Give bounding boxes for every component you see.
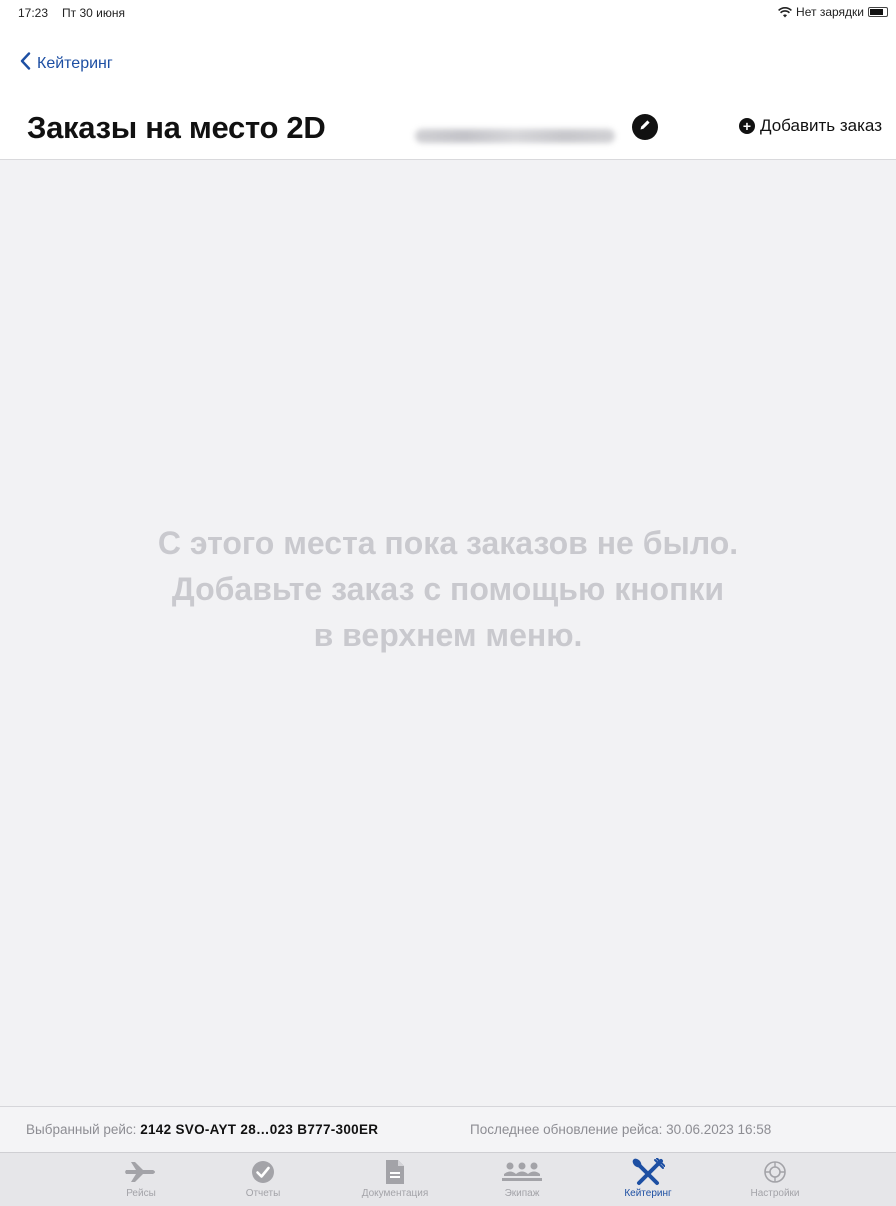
tab-bar: Рейсы Отчеты Документация Экипаж Кейтери… <box>0 1152 896 1206</box>
airplane-icon <box>124 1159 158 1185</box>
add-order-label: Добавить заказ <box>760 116 882 135</box>
empty-state-line-1: С этого места пока заказов не было. <box>157 525 739 561</box>
tab-crew-label: Экипаж <box>504 1188 540 1199</box>
last-update: Последнее обновление рейса: 30.06.2023 1… <box>470 1122 772 1137</box>
crew-icon <box>500 1159 544 1185</box>
tab-flights-label: Рейсы <box>126 1188 156 1199</box>
battery-icon <box>868 7 888 17</box>
tab-documentation-label: Документация <box>361 1188 429 1199</box>
catering-icon <box>631 1158 665 1185</box>
status-indicators: Нет зарядки <box>778 5 888 19</box>
selected-flight-value: 2142 SVO-AYT 28…023 B777-300ER <box>140 1122 379 1137</box>
tab-documentation[interactable]: Документация <box>340 1153 450 1206</box>
tab-settings-label: Настройки <box>750 1188 800 1199</box>
selected-flight: Выбранный рейс: 2142 SVO-AYT 28…023 B777… <box>26 1122 378 1137</box>
page-title: Заказы на место 2D <box>27 110 326 145</box>
wifi-icon <box>778 6 793 18</box>
status-time: 17:23 <box>18 6 49 20</box>
selected-flight-label: Выбранный рейс: <box>26 1122 137 1137</box>
tab-reports-label: Отчеты <box>245 1188 281 1199</box>
tab-reports[interactable]: Отчеты <box>208 1153 318 1206</box>
edit-button[interactable] <box>632 114 658 140</box>
status-bar: 17:23 Пт 30 июня Нет зарядки <box>0 0 896 34</box>
pencil-icon <box>638 118 652 137</box>
document-icon <box>385 1159 405 1185</box>
tab-flights[interactable]: Рейсы <box>86 1153 196 1206</box>
back-button-label: Кейтеринг <box>37 54 113 72</box>
chevron-left-icon <box>20 52 31 75</box>
navigation-bar: Кейтеринг Заказы на место 2D <box>0 34 896 160</box>
back-button[interactable]: Кейтеринг <box>20 52 113 75</box>
empty-state-line-2: Добавьте заказ с помощью кнопки <box>171 571 725 607</box>
tab-catering[interactable]: Кейтеринг <box>593 1153 703 1206</box>
settings-icon <box>763 1159 787 1185</box>
tab-settings[interactable]: Настройки <box>720 1153 830 1206</box>
empty-state-message: С этого места пока заказов не было. Доба… <box>0 520 896 658</box>
add-order-button[interactable]: + Добавить заказ <box>739 116 882 136</box>
plus-circle-icon: + <box>739 118 756 134</box>
checkmark-circle-icon <box>251 1159 275 1185</box>
redacted-subtitle <box>410 112 620 160</box>
tab-crew[interactable]: Экипаж <box>467 1153 577 1206</box>
screen: 17:23 Пт 30 июня Нет зарядки Кейтеринг З… <box>0 0 896 1206</box>
flight-info-bar: Выбранный рейс: 2142 SVO-AYT 28…023 B777… <box>0 1106 896 1153</box>
tab-catering-label: Кейтеринг <box>624 1188 672 1199</box>
status-date: Пт 30 июня <box>62 6 125 20</box>
charging-status: Нет зарядки <box>796 5 864 19</box>
empty-state-line-3: в верхнем меню. <box>313 617 583 653</box>
